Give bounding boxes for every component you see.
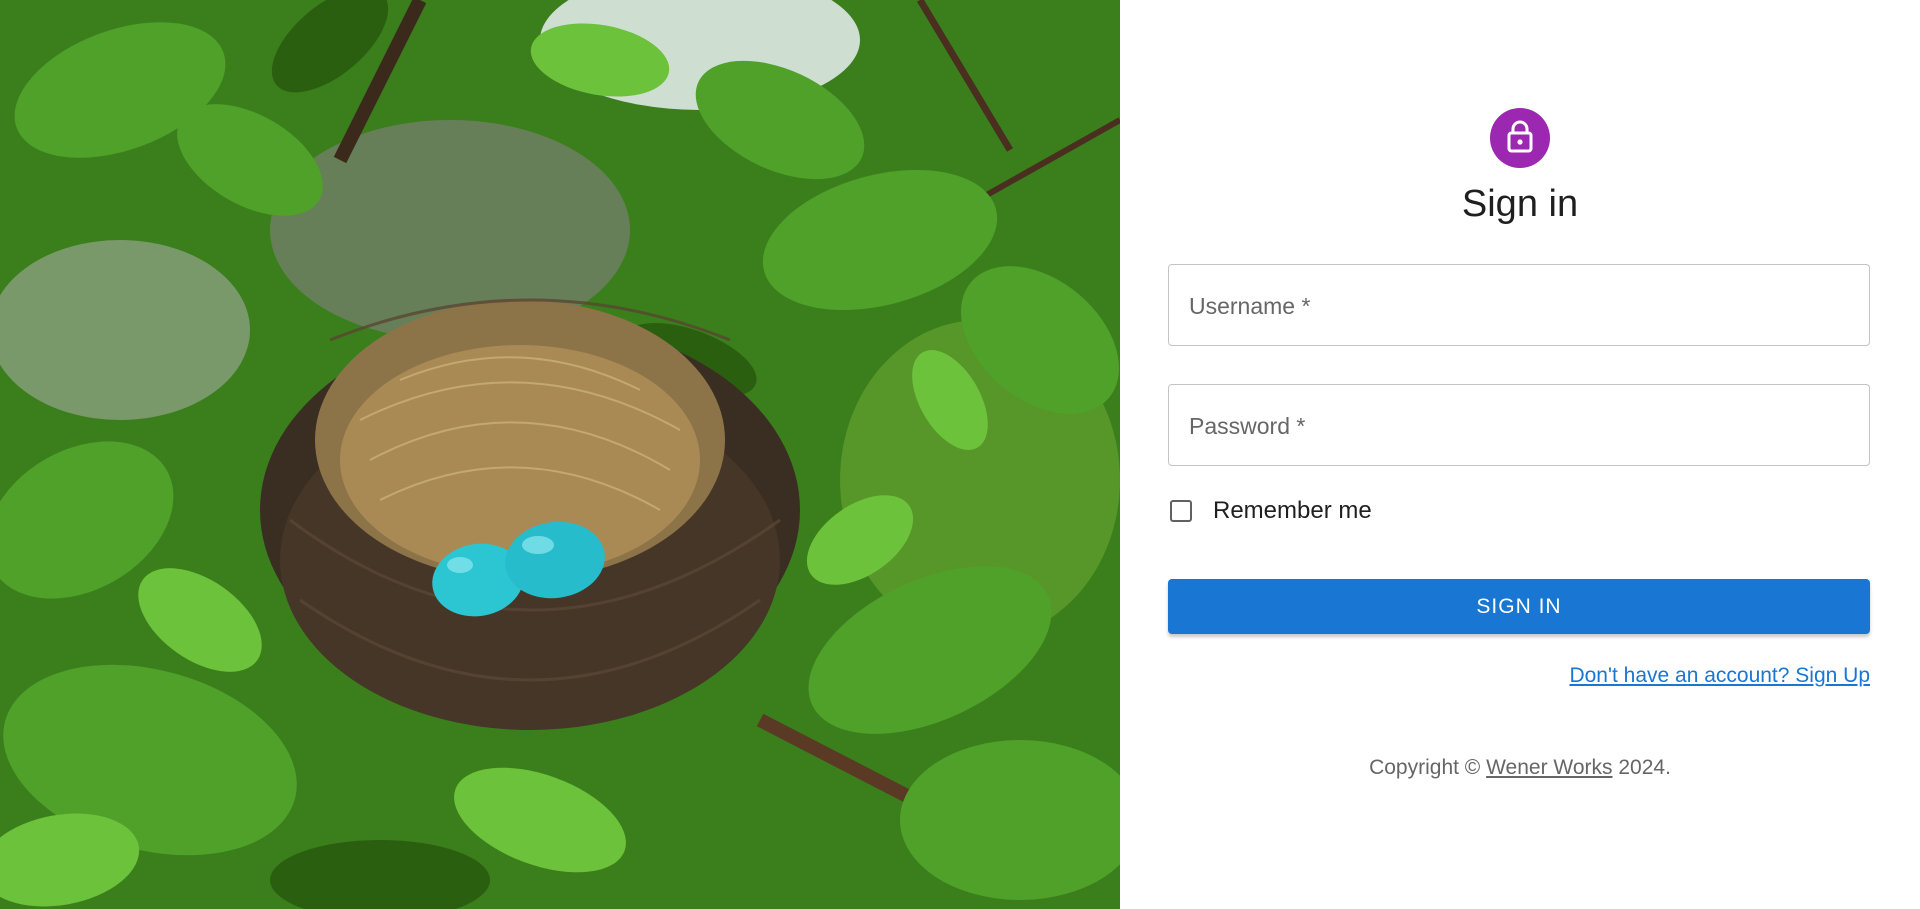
company-link[interactable]: Wener Works: [1486, 756, 1612, 779]
password-field[interactable]: Password *: [1168, 384, 1870, 466]
username-field[interactable]: Username *: [1168, 264, 1870, 346]
sign-in-button[interactable]: Sign In: [1168, 579, 1870, 634]
copyright: Copyright © Wener Works 2024.: [1120, 756, 1920, 780]
nest-illustration: [0, 0, 1120, 909]
avatar: [1490, 108, 1550, 168]
username-label: Username *: [1189, 293, 1311, 319]
remember-label: Remember me: [1213, 497, 1372, 524]
password-label: Password *: [1189, 413, 1306, 439]
lock-icon: [1505, 119, 1535, 158]
copyright-prefix: Copyright ©: [1369, 756, 1487, 779]
sign-up-link[interactable]: Don't have an account? Sign Up: [1569, 664, 1870, 688]
hero-image: [0, 0, 1120, 909]
copyright-suffix: 2024.: [1612, 756, 1671, 779]
remember-me[interactable]: Remember me: [1168, 497, 1372, 525]
sign-in-panel: Sign in Username * Password * Remember m…: [1120, 0, 1920, 909]
page-title: Sign in: [1461, 183, 1579, 225]
remember-checkbox[interactable]: [1170, 500, 1192, 522]
